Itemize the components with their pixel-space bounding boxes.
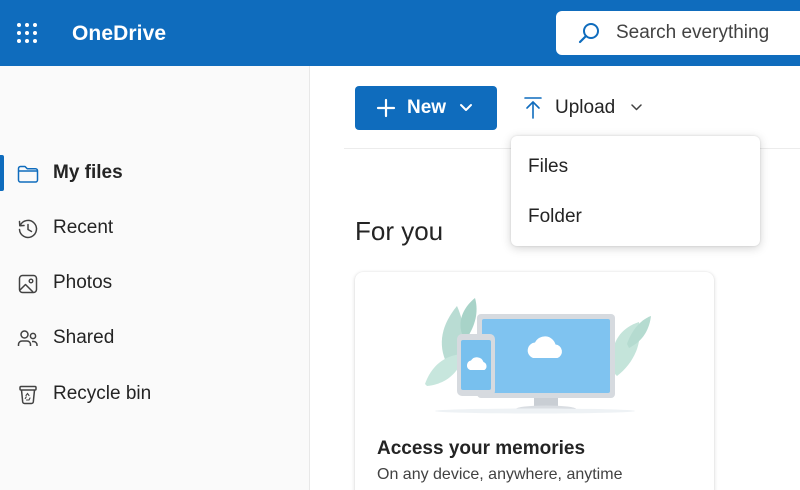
upload-menu: Files Folder (511, 136, 760, 246)
menu-item-label: Files (528, 156, 569, 177)
sidebar-item-shared[interactable]: Shared (0, 318, 309, 358)
upload-button[interactable]: Upload (518, 88, 652, 128)
sidebar-item-label: Recycle bin (53, 383, 152, 404)
devices-cloud-illustration (425, 298, 651, 414)
section-title: For you (355, 216, 444, 246)
card-title: Access your memories (377, 438, 586, 459)
sidebar-item-recent[interactable]: Recent (0, 208, 309, 248)
top-bar: OneDrive (0, 0, 800, 66)
folder-icon (17, 165, 39, 183)
menu-item-folder[interactable]: Folder (511, 195, 760, 239)
search-box[interactable] (556, 11, 800, 55)
menu-item-label: Folder (528, 206, 582, 227)
sidebar-item-label: Recent (53, 217, 114, 238)
chevron-down-icon (631, 104, 642, 111)
sidebar-item-label: Shared (53, 327, 115, 348)
card-subtitle: On any device, anywhere, anytime (377, 466, 623, 483)
history-icon (18, 219, 38, 239)
app-launcher-icon[interactable] (16, 22, 38, 44)
chevron-down-icon (460, 104, 472, 111)
search-input[interactable] (616, 19, 800, 47)
sidebar-item-recycle-bin[interactable]: Recycle bin (0, 374, 309, 414)
sidebar-item-photos[interactable]: Photos (0, 263, 309, 303)
memories-card[interactable]: Access your memories On any device, anyw… (355, 272, 714, 490)
sidebar-item-label: Photos (53, 272, 113, 293)
plus-icon (376, 98, 396, 118)
photo-icon (18, 274, 38, 294)
upload-button-label: Upload (555, 97, 616, 118)
menu-item-files[interactable]: Files (511, 145, 760, 189)
sidebar-item-label: My files (53, 162, 123, 183)
people-icon (17, 330, 38, 346)
recycle-bin-icon (19, 385, 37, 405)
app-title[interactable]: OneDrive (72, 22, 166, 46)
upload-icon (524, 97, 542, 119)
new-button-label: New (407, 97, 447, 118)
new-button[interactable]: New (355, 86, 497, 130)
search-icon (578, 23, 599, 44)
sidebar-item-my-files[interactable]: My files (0, 153, 309, 193)
